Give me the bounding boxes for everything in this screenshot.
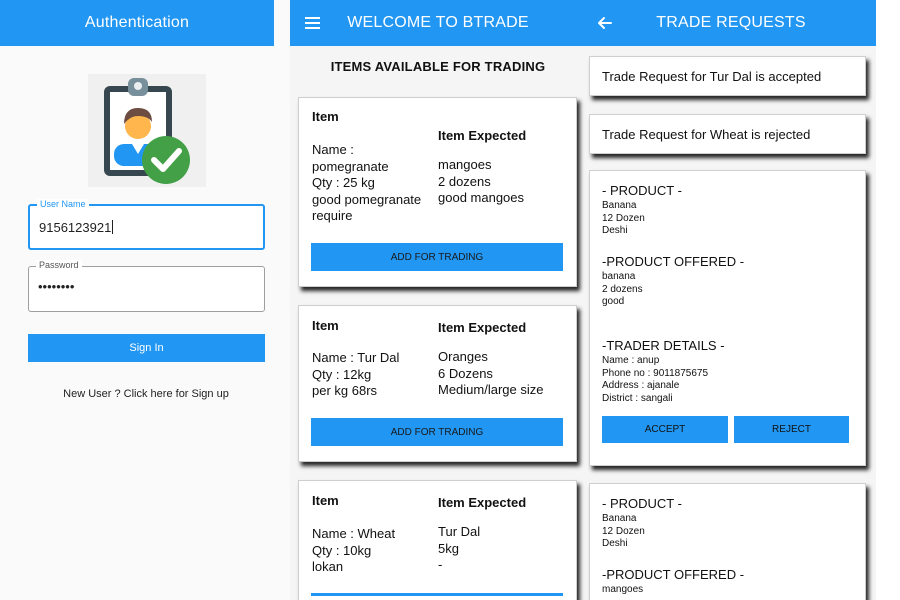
trade-request-card: - PRODUCT - Banana 12 Dozen Deshi -PRODU… [589, 483, 866, 600]
app-bar: TRADE REQUESTS [586, 0, 876, 46]
screen-title: TRADE REQUESTS [656, 14, 806, 31]
app-bar: Authentication [0, 0, 274, 46]
item-heading: Item [312, 493, 339, 508]
product-details: Banana 12 Dozen Deshi [602, 200, 645, 237]
accept-button[interactable]: ACCEPT [602, 416, 728, 443]
expected-heading: Item Expected [438, 495, 527, 510]
trade-item-card: Item Name : pomegranate Qty : 25 kg good… [298, 97, 577, 287]
trader-heading: -TRADER DETAILS - [602, 338, 725, 353]
expected-details: Oranges 6 Dozens Medium/large size [438, 349, 544, 397]
item-details: Name : pomegranate Qty : 25 kg good pome… [312, 142, 422, 223]
password-value: •••••••• [38, 279, 75, 294]
request-status-card: Trade Request for Tur Dal is accepted [589, 56, 866, 96]
trade-request-card: - PRODUCT - Banana 12 Dozen Deshi -PRODU… [589, 170, 866, 466]
screen-title: WELCOME TO BTRADE [347, 14, 529, 31]
trading-screen: WELCOME TO BTRADE ITEMS AVAILABLE FOR TR… [290, 0, 586, 600]
request-status-text: Trade Request for Wheat is rejected [602, 127, 811, 142]
expected-heading: Item Expected [438, 320, 527, 335]
username-field[interactable]: User Name 9156123921 [28, 199, 265, 250]
item-heading: Item [312, 109, 339, 124]
reject-button[interactable]: REJECT [734, 416, 849, 443]
offered-heading: -PRODUCT OFFERED - [602, 254, 745, 269]
section-title: ITEMS AVAILABLE FOR TRADING [330, 59, 546, 74]
offered-heading: -PRODUCT OFFERED - [602, 567, 745, 582]
item-details: Name : Tur Dal Qty : 12kg per kg 68rs [312, 350, 400, 398]
trade-requests-screen: TRADE REQUESTS Trade Request for Tur Dal… [586, 0, 876, 600]
item-details: Name : Wheat Qty : 10kg lokan [312, 526, 396, 574]
add-for-trading-button[interactable]: ADD FOR TRADING [311, 243, 563, 271]
username-value: 9156123921 [39, 220, 114, 235]
request-status-text: Trade Request for Tur Dal is accepted [602, 69, 822, 84]
sign-in-button[interactable]: Sign In [28, 334, 265, 362]
expected-details: mangoes 2 dozens good mangoes [438, 157, 525, 205]
sign-up-link[interactable]: New User ? Click here for Sign up [0, 388, 290, 400]
request-status-card: Trade Request for Wheat is rejected [589, 114, 866, 154]
screen-title: Authentication [84, 14, 190, 31]
product-heading: - PRODUCT - [602, 496, 682, 511]
item-heading: Item [312, 318, 339, 333]
expected-heading: Item Expected [438, 128, 527, 143]
trade-item-card: Item Name : Wheat Qty : 10kg lokan Item … [298, 480, 577, 600]
trade-item-card: Item Name : Tur Dal Qty : 12kg per kg 68… [298, 305, 577, 462]
add-for-trading-button[interactable]: ADD FOR TRADING [311, 418, 563, 446]
expected-details: Tur Dal 5kg - [438, 524, 481, 572]
password-field[interactable]: Password •••••••• [28, 260, 265, 312]
app-bar: WELCOME TO BTRADE [290, 0, 586, 46]
add-for-trading-button[interactable] [311, 593, 563, 596]
password-label: Password [36, 260, 82, 270]
product-details: Banana 12 Dozen Deshi [602, 513, 645, 550]
offered-details: banana 2 dozens good [602, 271, 643, 308]
username-label: User Name [37, 199, 89, 209]
user-verified-icon [88, 74, 206, 187]
authentication-screen: Authentication User Name 9156123921 Pass… [0, 0, 290, 600]
trader-details: Name : anup Phone no : 9011875675 Addres… [602, 355, 709, 404]
offered-details: mangoes [602, 584, 644, 595]
product-heading: - PRODUCT - [602, 183, 682, 198]
